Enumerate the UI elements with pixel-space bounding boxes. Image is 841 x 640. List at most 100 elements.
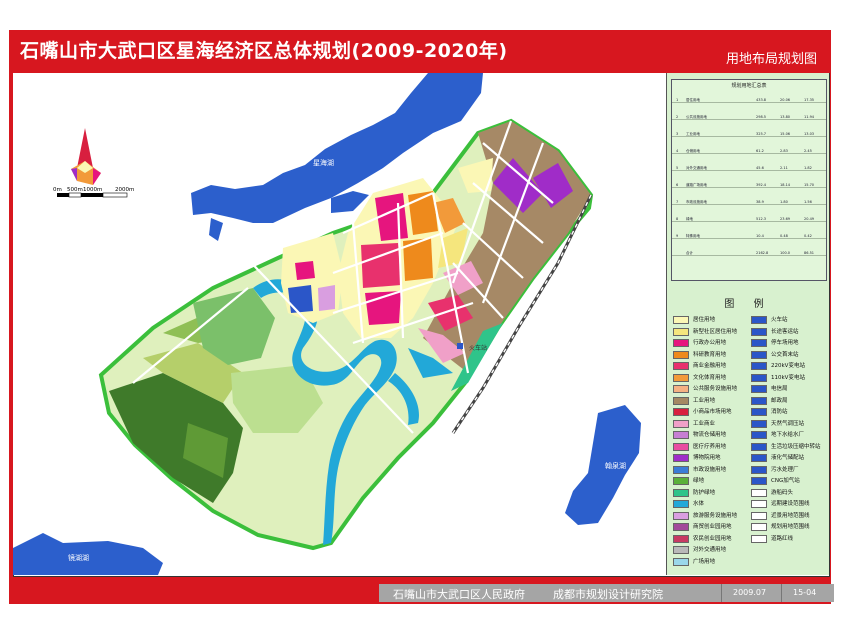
legend-label: 广场用地 (693, 558, 716, 565)
legend-swatch (673, 523, 689, 531)
map-title: 石嘴山市大武口区星海经济区总体规划(2009-2020年) (20, 40, 508, 62)
legend-swatch (751, 419, 767, 428)
legend-swatch (751, 465, 767, 474)
legend-label: 医疗疗养用地 (693, 443, 727, 450)
legend-swatch (673, 488, 689, 497)
legend-label: 远期建设范围线 (771, 501, 810, 507)
legend-label: 天然气调压站 (771, 420, 805, 427)
legend-swatch (751, 327, 767, 336)
table-cell-name: 特殊用地 (686, 234, 700, 238)
footer-government: 石嘴山市大武口区人民政府 (393, 588, 525, 601)
legend-swatch (751, 511, 767, 520)
legend-label: 商贸创业园用地 (693, 524, 732, 530)
table-cell-per: 20.49 (804, 217, 815, 221)
utility-west (288, 285, 313, 313)
legend-swatch (673, 511, 689, 520)
legend-label: 绿地 (693, 478, 705, 484)
table-cell-per: 0.42 (804, 234, 812, 238)
legend-label: 行政办公用地 (693, 340, 727, 346)
legend-swatch (751, 431, 767, 439)
legend-label: 市政设施用地 (693, 466, 727, 473)
table-cell-code: 2 (676, 115, 679, 119)
table-cell-area: 10.4 (756, 234, 764, 238)
legend-label: 220kV变电站 (771, 363, 805, 369)
table-cell-per: 15.70 (804, 183, 815, 187)
edu-block-2 (403, 238, 433, 281)
legend-swatch (751, 500, 767, 508)
legend-swatch (673, 465, 689, 474)
legend-label: 居住用地 (693, 317, 716, 323)
table-cell-area: 45.6 (756, 166, 764, 170)
legend-title: 图 例 (724, 299, 772, 310)
table-cell-name: 市政设施用地 (686, 200, 707, 204)
table-row: 合计 2162.8 100.0 86.51 (672, 251, 826, 256)
table-cell-area: 325.7 (756, 132, 767, 136)
station-marker (457, 343, 463, 349)
legend-swatch (751, 442, 767, 451)
legend-swatch (751, 454, 767, 462)
table-cell-pct: 13.80 (780, 115, 791, 119)
footer-sheet-number: 15-04 (793, 588, 817, 597)
legend-swatch (751, 488, 767, 497)
table-cell-name: 公共设施用地 (686, 115, 707, 119)
label-station: 火车站 (469, 344, 487, 352)
legend-label: 物流仓储用地 (693, 432, 727, 438)
table-cell-per: 13.03 (804, 132, 815, 136)
table-cell-area: 38.9 (756, 200, 764, 204)
legend-label: 商业金融用地 (693, 363, 727, 369)
legend-label: 博物院用地 (693, 455, 721, 461)
tourism-west (318, 285, 335, 311)
scale-bar (57, 192, 128, 198)
map-canvas: 火车站 翰泉湖 镜湖湖 星海湖 0m 500m 1000m 2000m (13, 73, 666, 575)
table-cell-code: 7 (676, 200, 679, 204)
legend-swatch (673, 454, 689, 462)
table-cell-per: 2.45 (804, 149, 812, 153)
scale-label-500: 500m (67, 187, 83, 193)
table-cell-code: 5 (676, 166, 679, 170)
table-cell-per: 17.35 (804, 98, 815, 102)
legend-swatch (751, 339, 767, 347)
legend-swatch (673, 373, 689, 382)
legend-label: 公共服务设施用地 (693, 386, 738, 392)
table-cell-pct: 2.11 (780, 166, 788, 170)
legend-swatch (673, 339, 689, 347)
side-panel: 规划用地汇总表 1 居住用地 433.8 20.06 17.35 2 公共设施用地 298.5… (666, 73, 829, 575)
footer-institute: 成都市规划设计研究院 (553, 588, 663, 601)
table-cell-per: 1.56 (804, 200, 812, 204)
legend-swatch (673, 431, 689, 439)
legend-swatch (751, 373, 767, 382)
legend-label: 近景用地范围线 (771, 512, 810, 519)
footer-divider-1 (721, 584, 722, 602)
legend-label: 科研教育用地 (693, 351, 727, 358)
label-lake-southwest: 镜湖湖 (68, 553, 89, 562)
table-cell-pct: 100.0 (780, 251, 791, 255)
legend-label: 游船码头 (771, 489, 794, 496)
legend-swatch (673, 316, 689, 324)
table-cell-name: 对外交通用地 (686, 166, 707, 170)
table-row: 6 道路广场用地 392.4 18.14 15.70 (672, 183, 826, 188)
table-row: 3 工业用地 325.7 15.06 13.03 (672, 132, 826, 137)
table-cell-area: 2162.8 (756, 251, 769, 255)
legend-label: 长途客运站 (771, 328, 799, 335)
table-cell-name: 仓储用地 (686, 149, 700, 153)
legend-label: 新型社区居住用地 (693, 328, 738, 335)
map-subtitle: 用地布局规划图 (725, 52, 817, 67)
footer-date: 2009.07 (733, 588, 767, 597)
legend-swatch (673, 557, 689, 566)
table-row: 2 公共设施用地 298.5 13.80 11.94 (672, 115, 826, 120)
land-use-map[interactable]: 火车站 翰泉湖 镜湖湖 星海湖 0m 500m 1000m 2000m (13, 73, 666, 575)
legend-swatch (673, 408, 689, 416)
legend-swatch (673, 350, 689, 359)
table-cell-pct: 23.69 (780, 217, 791, 221)
table-cell-per: 86.51 (804, 251, 815, 255)
legend-swatch (673, 500, 689, 508)
table-row: 4 仓储用地 61.2 2.83 2.45 (672, 149, 826, 154)
legend-label: 对外交通用地 (693, 547, 727, 553)
table-cell-name: 道路广场用地 (686, 183, 707, 187)
table-cell-code: 4 (676, 149, 679, 153)
table-cell-code: 8 (676, 217, 679, 221)
legend-swatch (751, 408, 767, 416)
legend-swatch (673, 362, 689, 370)
table-cell-pct: 2.83 (780, 149, 788, 153)
legend-swatch (751, 396, 767, 405)
